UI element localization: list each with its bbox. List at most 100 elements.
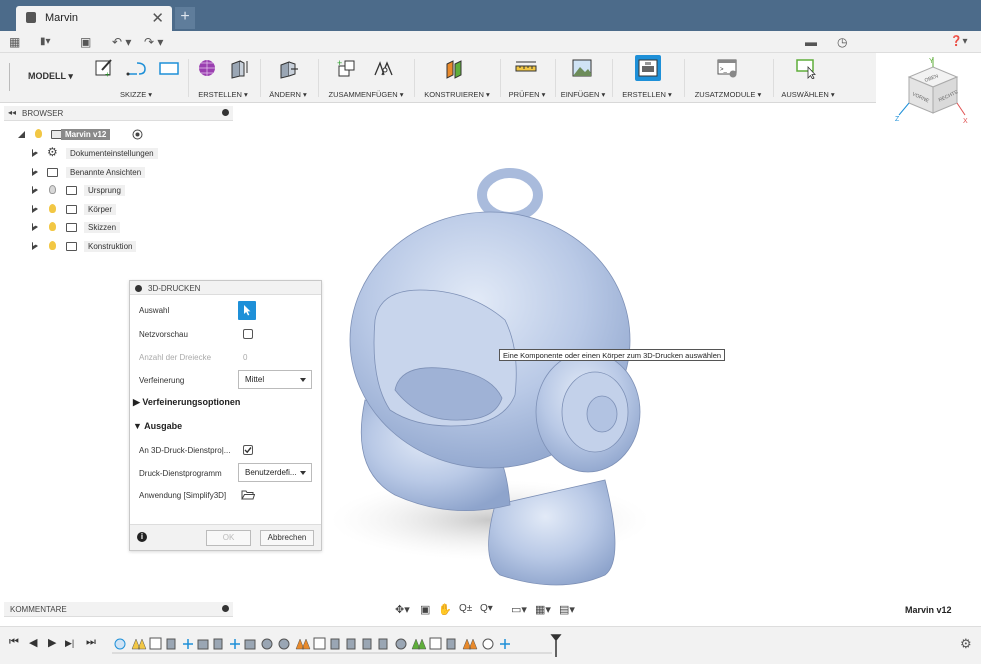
- new-tab-button[interactable]: +: [175, 7, 195, 29]
- gear-icon: ⚙: [47, 145, 58, 159]
- timeline: ⏮ ◀ ▶ ▶| ⏭ ⚙: [0, 626, 981, 664]
- svg-text:+: +: [105, 70, 110, 79]
- file-menu-icon[interactable]: ▮▾: [40, 34, 51, 50]
- ribbon-group-addins[interactable]: >_ ZUSATZMODULE ▾: [686, 53, 770, 103]
- create-form-icon[interactable]: [196, 57, 218, 79]
- 3d-print-icon[interactable]: [637, 57, 659, 79]
- pan-icon[interactable]: ✋: [438, 603, 452, 616]
- toolbar-ribbon: MODELL ▾ + SKIZZE ▾ ERSTELLEN ▾ ÄNDERN ▾…: [0, 53, 876, 103]
- ribbon-group-insert[interactable]: EINFÜGEN ▾: [557, 53, 609, 103]
- ribbon-group-sketch[interactable]: + SKIZZE ▾: [88, 53, 184, 103]
- comments-add-icon[interactable]: [222, 605, 229, 612]
- ribbon-label-assemble: ZUSAMMENFÜGEN ▾: [328, 90, 404, 99]
- refinement-select[interactable]: Mittel: [238, 370, 312, 389]
- comments-title: KOMMENTARE: [10, 605, 67, 614]
- select-icon[interactable]: [795, 57, 817, 79]
- timeline-last-icon[interactable]: ⏭: [86, 636, 96, 649]
- cancel-button[interactable]: Abbrechen: [260, 530, 314, 546]
- dialog-title: 3D-DRUCKEN: [148, 284, 201, 293]
- ribbon-group-construct[interactable]: KONSTRUIEREN ▾: [418, 53, 496, 103]
- dialog-collapse-icon[interactable]: [135, 285, 142, 292]
- ribbon-label-make: ERSTELLEN ▾: [622, 90, 672, 99]
- timeline-feature-track[interactable]: [112, 633, 564, 657]
- notifications-icon[interactable]: ▬: [805, 34, 817, 50]
- output-section[interactable]: ▼ Ausgabe: [133, 421, 182, 431]
- send-to-service-checkbox[interactable]: [243, 445, 253, 455]
- visibility-bulb-icon[interactable]: [49, 241, 56, 250]
- browser-item-sketches[interactable]: Skizzen: [32, 221, 172, 235]
- help-icon[interactable]: ❓▾: [950, 34, 967, 50]
- browser-item-origin[interactable]: Ursprung: [32, 184, 172, 198]
- axis-y-label: Y: [929, 58, 934, 65]
- new-component-icon[interactable]: +: [336, 57, 358, 79]
- undo-icon[interactable]: ↶ ▾: [112, 34, 131, 50]
- browser-root-row[interactable]: Marvin v12: [17, 128, 157, 142]
- ribbon-group-select[interactable]: AUSWÄHLEN ▾: [775, 53, 841, 103]
- save-icon[interactable]: ▣: [80, 34, 91, 50]
- browser-item-construction[interactable]: Konstruktion: [32, 240, 172, 254]
- visibility-bulb-off-icon[interactable]: [49, 185, 56, 194]
- close-tab-icon[interactable]: ✕: [151, 9, 164, 27]
- timeline-marker[interactable]: [550, 634, 562, 657]
- orbit-icon[interactable]: ✥▾: [395, 603, 410, 616]
- ribbon-label-sketch: SKIZZE ▾: [119, 90, 153, 99]
- timeline-first-icon[interactable]: ⏮: [9, 636, 19, 649]
- select-arrow-icon: [244, 305, 251, 316]
- browser-panel-header[interactable]: ◂◂ BROWSER: [4, 106, 233, 121]
- print-service-select[interactable]: Benutzerdefi...: [238, 463, 312, 482]
- ribbon-label-construct: KONSTRUIEREN ▾: [424, 90, 490, 99]
- ribbon-group-assemble[interactable]: + ZUSAMMENFÜGEN ▾: [322, 53, 410, 103]
- ribbon-group-inspect[interactable]: PRÜFEN ▾: [502, 53, 552, 103]
- press-pull-icon[interactable]: [277, 57, 299, 79]
- offset-plane-icon[interactable]: [444, 57, 466, 79]
- ribbon-grip: [9, 63, 11, 91]
- info-icon[interactable]: i: [137, 532, 147, 542]
- look-at-icon[interactable]: ▣: [420, 603, 430, 616]
- ribbon-group-modify[interactable]: ÄNDERN ▾: [262, 53, 314, 103]
- rectangle-icon[interactable]: [158, 57, 180, 79]
- selection-button[interactable]: [238, 301, 256, 320]
- display-settings-icon[interactable]: ▭▾: [511, 603, 527, 616]
- browser-item-label: Skizzen: [84, 222, 121, 233]
- browser-item-named-views[interactable]: Benannte Ansichten: [32, 166, 172, 180]
- scripts-addins-icon[interactable]: >_: [716, 57, 738, 79]
- timeline-next-icon[interactable]: ▶|: [65, 638, 74, 649]
- timeline-settings-icon[interactable]: ⚙: [960, 636, 972, 652]
- open-folder-icon[interactable]: [241, 489, 255, 500]
- tab-title: Marvin: [45, 12, 79, 24]
- job-status-icon[interactable]: ◷: [837, 34, 847, 50]
- activate-radio-icon[interactable]: [132, 129, 143, 140]
- zoom-icon[interactable]: Q±: [459, 603, 472, 614]
- browser-item-bodies[interactable]: Körper: [32, 203, 172, 217]
- grid-settings-icon[interactable]: ▦▾: [535, 603, 551, 616]
- data-panel-grid-icon[interactable]: ▦: [9, 34, 20, 50]
- browser-root-label[interactable]: Marvin v12: [61, 129, 111, 140]
- timeline-prev-icon[interactable]: ◀: [29, 636, 37, 649]
- ok-button[interactable]: OK: [206, 530, 251, 546]
- joint-icon[interactable]: [372, 57, 394, 79]
- fit-view-icon[interactable]: Q▾: [480, 603, 493, 614]
- visibility-bulb-icon[interactable]: [49, 222, 56, 231]
- workspace-switcher[interactable]: MODELL ▾: [28, 71, 73, 82]
- measure-icon[interactable]: [515, 57, 537, 79]
- visibility-bulb-icon[interactable]: [49, 204, 56, 213]
- line-icon[interactable]: [125, 57, 147, 79]
- ribbon-group-create[interactable]: ERSTELLEN ▾: [190, 53, 256, 103]
- comments-panel-header[interactable]: KOMMENTARE: [4, 602, 233, 617]
- document-tab[interactable]: Marvin ✕: [16, 6, 172, 31]
- timeline-play-icon[interactable]: ▶: [48, 636, 56, 649]
- redo-icon[interactable]: ↷ ▾: [144, 34, 163, 50]
- refinement-options-section[interactable]: ▶ Verfeinerungsoptionen: [133, 397, 240, 408]
- mesh-preview-checkbox[interactable]: [243, 329, 253, 339]
- viewports-icon[interactable]: ▤▾: [559, 603, 575, 616]
- dialog-header[interactable]: 3D-DRUCKEN: [130, 281, 321, 295]
- insert-image-icon[interactable]: [571, 57, 593, 79]
- ribbon-group-make[interactable]: ERSTELLEN ▾: [614, 53, 680, 103]
- extrude-icon[interactable]: [228, 57, 250, 79]
- visibility-bulb-icon[interactable]: [35, 129, 42, 138]
- browser-pin-icon[interactable]: [222, 109, 229, 116]
- expanded-triangle-icon[interactable]: [17, 130, 26, 139]
- collapse-browser-icon[interactable]: ◂◂: [8, 108, 16, 117]
- browser-item-document-settings[interactable]: ⚙ Dokumenteinstellungen: [32, 145, 172, 161]
- create-sketch-icon[interactable]: +: [93, 57, 115, 79]
